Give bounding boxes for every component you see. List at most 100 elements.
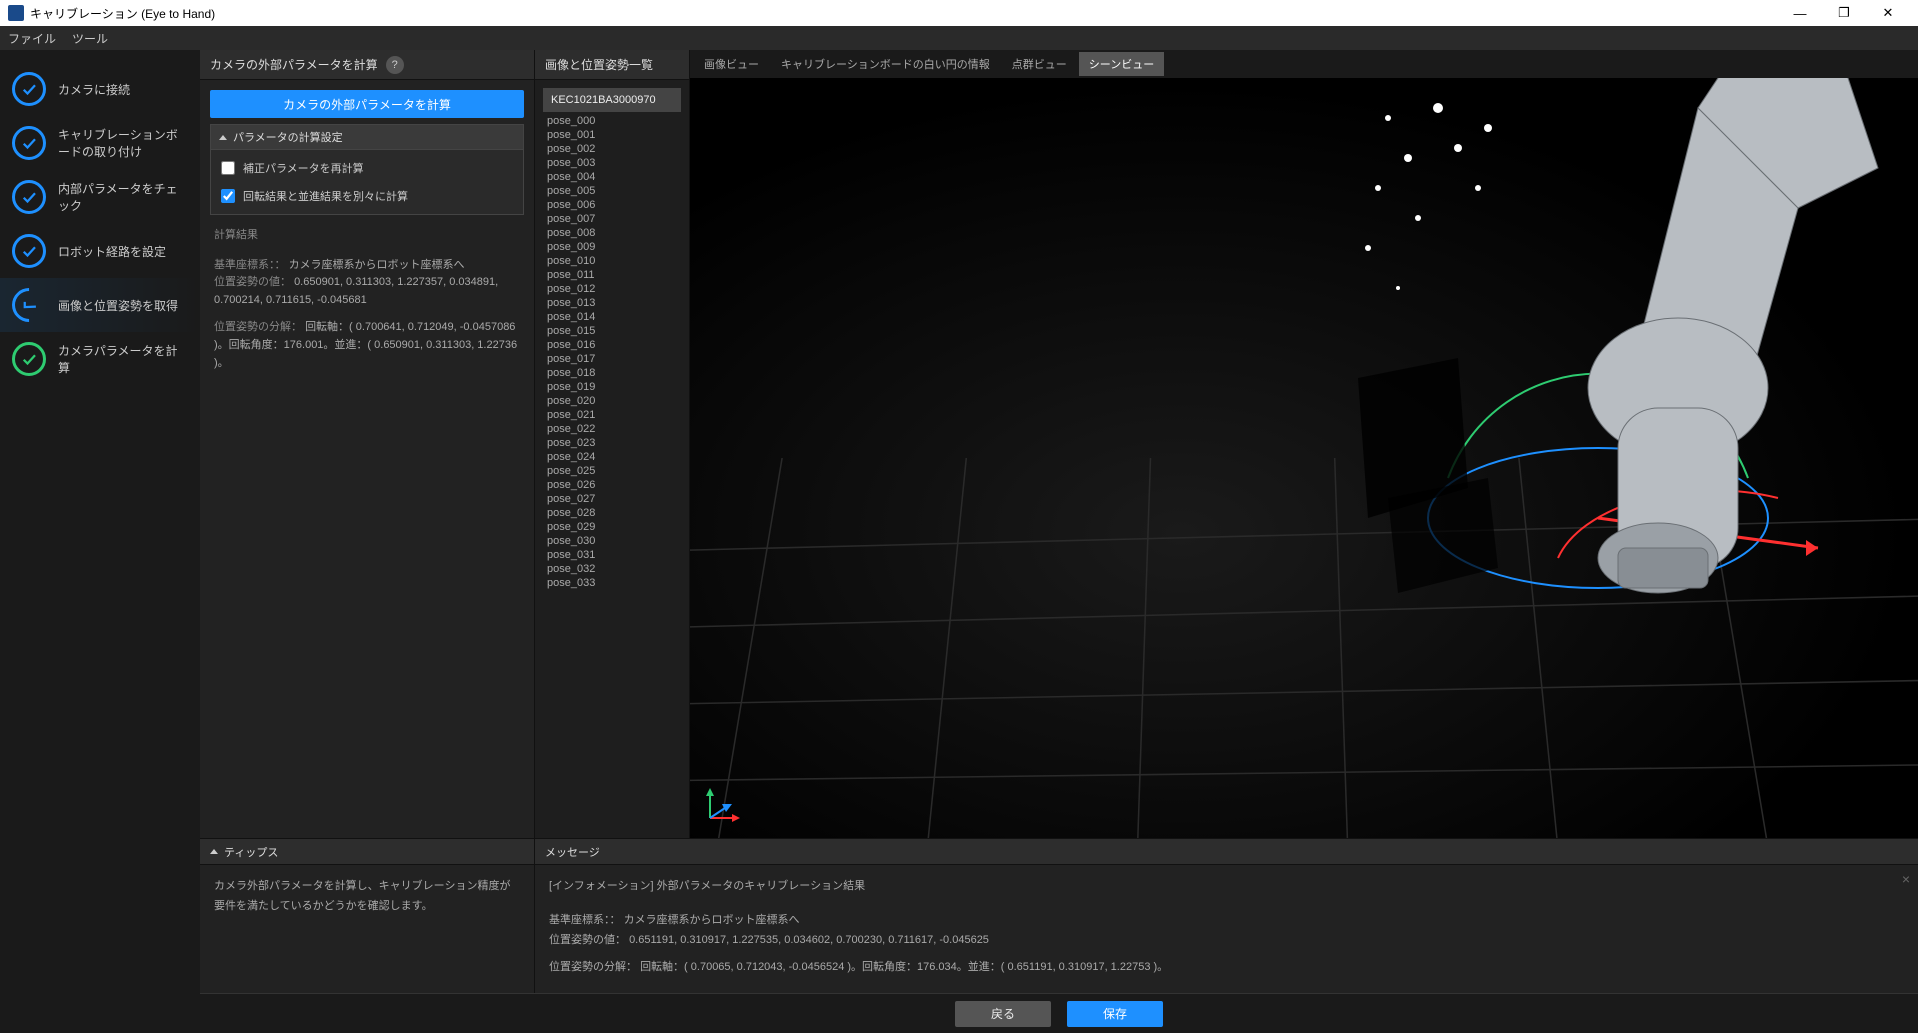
- pose-item[interactable]: pose_032: [543, 562, 681, 576]
- pose-item[interactable]: pose_031: [543, 548, 681, 562]
- pose-item[interactable]: pose_027: [543, 492, 681, 506]
- viewport-panel: 画像ビュー キャリブレーションボードの白い円の情報 点群ビュー シーンビュー: [690, 50, 1918, 838]
- tips-heading: ティップス: [224, 844, 278, 860]
- step-label: 内部パラメータをチェック: [58, 180, 188, 214]
- pose-item[interactable]: pose_001: [543, 128, 681, 142]
- pose-item[interactable]: pose_009: [543, 240, 681, 254]
- scene-3d-viewport[interactable]: [690, 78, 1918, 838]
- results-pose-label: 位置姿勢の値：: [214, 276, 291, 288]
- tab-circle-info[interactable]: キャリブレーションボードの白い円の情報: [771, 52, 1000, 76]
- compute-extrinsic-button[interactable]: カメラの外部パラメータを計算: [210, 90, 524, 118]
- tips-panel: ティップス カメラ外部パラメータを計算し、キャリブレーション精度が要件を満たして…: [200, 839, 535, 993]
- view-tabs: 画像ビュー キャリブレーションボードの白い円の情報 点群ビュー シーンビュー: [690, 50, 1918, 78]
- results-heading: 計算結果: [214, 227, 520, 245]
- pose-item[interactable]: pose_017: [543, 352, 681, 366]
- menu-file[interactable]: ファイル: [8, 30, 56, 47]
- step-3[interactable]: ロボット経路を設定: [0, 224, 200, 278]
- pose-item[interactable]: pose_005: [543, 184, 681, 198]
- msg-base-value: カメラ座標系からロボット座標系へ: [624, 914, 800, 926]
- msg-pose-label: 位置姿勢の値：: [549, 934, 626, 946]
- close-button[interactable]: ✕: [1866, 0, 1910, 26]
- calc-results-panel: 計算結果 基準座標系：： カメラ座標系からロボット座標系へ 位置姿勢の値： 0.…: [200, 215, 534, 838]
- step-5[interactable]: カメラパラメータを計算: [0, 332, 200, 386]
- pose-items-container: pose_000pose_001pose_002pose_003pose_004…: [535, 114, 689, 838]
- pose-item[interactable]: pose_021: [543, 408, 681, 422]
- origin-gizmo-icon: [702, 786, 742, 826]
- pose-item[interactable]: pose_020: [543, 394, 681, 408]
- parameter-panel: カメラの外部パラメータを計算 ? カメラの外部パラメータを計算 パラメータの計算…: [200, 50, 535, 838]
- pose-item[interactable]: pose_004: [543, 170, 681, 184]
- step-label: カメラパラメータを計算: [58, 342, 188, 376]
- step-check-icon: [12, 72, 46, 106]
- pose-item[interactable]: pose_013: [543, 296, 681, 310]
- pose-item[interactable]: pose_029: [543, 520, 681, 534]
- minimize-button[interactable]: —: [1778, 0, 1822, 26]
- app-icon: [8, 5, 24, 21]
- step-4[interactable]: 画像と位置姿勢を取得: [0, 278, 200, 332]
- step-label: ロボット経路を設定: [58, 243, 166, 260]
- step-check-icon: [12, 234, 46, 268]
- step-label: キャリブレーションボードの取り付け: [58, 126, 188, 160]
- pose-item[interactable]: pose_010: [543, 254, 681, 268]
- tab-scene-view[interactable]: シーンビュー: [1079, 52, 1164, 76]
- pose-item[interactable]: pose_024: [543, 450, 681, 464]
- pose-item[interactable]: pose_015: [543, 324, 681, 338]
- pose-item[interactable]: pose_016: [543, 338, 681, 352]
- parameter-panel-title: カメラの外部パラメータを計算: [210, 56, 378, 73]
- checkbox-recalc-correction[interactable]: 補正パラメータを再計算: [221, 160, 513, 176]
- pose-item[interactable]: pose_014: [543, 310, 681, 324]
- step-check-icon: [12, 342, 46, 376]
- message-close-icon[interactable]: ×: [1902, 871, 1910, 887]
- triangle-up-icon: [219, 135, 227, 140]
- pose-item[interactable]: pose_007: [543, 212, 681, 226]
- pose-item[interactable]: pose_018: [543, 366, 681, 380]
- msg-base-label: 基準座標系：：: [549, 914, 621, 926]
- back-button[interactable]: 戻る: [955, 1001, 1051, 1027]
- step-label: カメラに接続: [58, 81, 130, 98]
- menu-tools[interactable]: ツール: [72, 30, 108, 47]
- step-check-icon: [12, 180, 46, 214]
- footer-bar: 戻る 保存: [200, 993, 1918, 1033]
- menu-bar: ファイル ツール: [0, 26, 1918, 50]
- msg-decomp-label: 位置姿勢の分解：: [549, 961, 637, 973]
- tab-image-view[interactable]: 画像ビュー: [694, 52, 769, 76]
- pose-item[interactable]: pose_026: [543, 478, 681, 492]
- pose-item[interactable]: pose_028: [543, 506, 681, 520]
- pose-item[interactable]: pose_012: [543, 282, 681, 296]
- checkbox-separate-rot-trans[interactable]: 回転結果と並進結果を別々に計算: [221, 188, 513, 204]
- pose-item[interactable]: pose_006: [543, 198, 681, 212]
- maximize-button[interactable]: ❐: [1822, 0, 1866, 26]
- message-body: [インフォメーション] 外部パラメータのキャリブレーション結果 基準座標系：： …: [535, 865, 1918, 993]
- window-title: キャリブレーション (Eye to Hand): [30, 5, 215, 22]
- upper-row: カメラの外部パラメータを計算 ? カメラの外部パラメータを計算 パラメータの計算…: [200, 50, 1918, 838]
- pose-item[interactable]: pose_000: [543, 114, 681, 128]
- pose-list-title: 画像と位置姿勢一覧: [535, 50, 689, 80]
- pose-item[interactable]: pose_003: [543, 156, 681, 170]
- pose-item[interactable]: pose_011: [543, 268, 681, 282]
- step-check-icon: [12, 126, 46, 160]
- pose-item[interactable]: pose_030: [543, 534, 681, 548]
- pose-item[interactable]: pose_002: [543, 142, 681, 156]
- pose-item[interactable]: pose_019: [543, 380, 681, 394]
- pose-item[interactable]: pose_023: [543, 436, 681, 450]
- help-icon[interactable]: ?: [386, 56, 404, 74]
- step-check-icon: [5, 281, 53, 329]
- collapse-header-param-calc[interactable]: パラメータの計算設定: [210, 124, 524, 150]
- main-area: カメラに接続キャリブレーションボードの取り付け内部パラメータをチェックロボット経…: [0, 50, 1918, 1033]
- msg-pose-value: 0.651191, 0.310917, 1.227535, 0.034602, …: [629, 934, 989, 946]
- step-0[interactable]: カメラに接続: [0, 62, 200, 116]
- pose-item[interactable]: pose_025: [543, 464, 681, 478]
- step-1[interactable]: キャリブレーションボードの取り付け: [0, 116, 200, 170]
- pose-group-header[interactable]: KEC1021BA3000970: [543, 88, 681, 112]
- pose-item[interactable]: pose_033: [543, 576, 681, 590]
- step-label: 画像と位置姿勢を取得: [58, 297, 178, 314]
- pose-item[interactable]: pose_008: [543, 226, 681, 240]
- pose-item[interactable]: pose_022: [543, 422, 681, 436]
- step-2[interactable]: 内部パラメータをチェック: [0, 170, 200, 224]
- window-titlebar: キャリブレーション (Eye to Hand) — ❐ ✕: [0, 0, 1918, 26]
- tab-cloud-view[interactable]: 点群ビュー: [1002, 52, 1077, 76]
- lower-row: ティップス カメラ外部パラメータを計算し、キャリブレーション精度が要件を満たして…: [200, 838, 1918, 993]
- save-button[interactable]: 保存: [1067, 1001, 1163, 1027]
- results-base-value: カメラ座標系からロボット座標系へ: [289, 259, 465, 271]
- message-panel: メッセージ × [インフォメーション] 外部パラメータのキャリブレーション結果 …: [535, 839, 1918, 993]
